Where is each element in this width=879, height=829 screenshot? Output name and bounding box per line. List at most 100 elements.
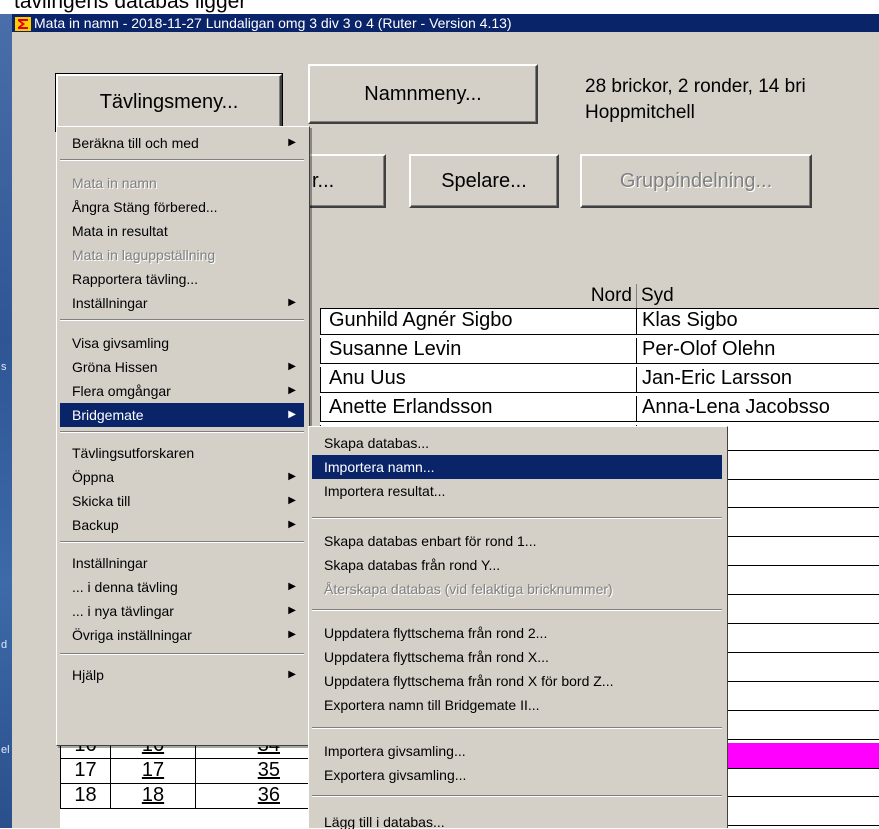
menu-separator (312, 517, 722, 519)
menu-item-denna-tavling[interactable]: ... i denna tävling ▶ (60, 575, 304, 599)
syd-player-cell[interactable]: Klas Sigbo (636, 309, 879, 334)
menu-item-nya-tavlingar[interactable]: ... i nya tävlingar ▶ (60, 599, 304, 623)
nord-player-cell[interactable]: Gunhild Agnér Sigbo (320, 309, 636, 334)
menu-item-label: Mata in laguppställning (72, 247, 216, 263)
submenu-arrow-icon: ▶ (288, 605, 296, 616)
menu-item-backup[interactable]: Backup ▶ (60, 513, 304, 537)
menu-item-angra[interactable]: Ångra Stäng förbered... (60, 195, 304, 219)
table-cell[interactable]: 17 (110, 759, 195, 783)
menu-item-oppna[interactable]: Öppna ▶ (60, 465, 304, 489)
menu-item-importera-namn[interactable]: Importera namn... (312, 455, 722, 479)
nord-player-cell[interactable]: Anette Erlandsson (320, 395, 636, 421)
menu-item-label: Rapportera tävling... (72, 271, 199, 287)
partial-button[interactable]: r... (308, 154, 386, 208)
menu-item-ovriga-installningar[interactable]: Övriga inställningar ▶ (60, 623, 304, 647)
menu-item-label: Återskapa databas (vid felaktiga bricknu… (324, 581, 613, 597)
menu-item-label: Lägg till i databas... (324, 814, 445, 829)
desktop-strip: s d el (0, 14, 12, 828)
table-row: 17 17 35 (60, 759, 320, 784)
sigma-app-icon (15, 17, 31, 31)
gruppindelning-button: Gruppindelning... (580, 154, 812, 208)
menu-item-label: Skicka till (72, 493, 131, 509)
menu-item-bridgemate[interactable]: Bridgemate ▶ (60, 403, 304, 427)
nord-player-cell[interactable]: Anu Uus (320, 366, 636, 392)
menu-item-skapa-rond1[interactable]: Skapa databas enbart för rond 1... (312, 529, 722, 553)
menu-item-exportera-namn[interactable]: Exportera namn till Bridgemate II... (312, 693, 722, 717)
menu-item-installningar-heading[interactable]: Inställningar (60, 551, 304, 575)
menu-item-label: Öppna (72, 469, 115, 485)
syd-player-cell[interactable]: Jan-Eric Larsson (636, 366, 879, 392)
menu-item-label: Importera givsamling... (324, 743, 466, 759)
menu-item-exportera-givsamling[interactable]: Exportera givsamling... (312, 763, 722, 787)
menu-item-label: Uppdatera flyttschema från rond X för bo… (324, 673, 614, 689)
menu-separator (312, 795, 722, 797)
table-cell[interactable]: 36 (195, 784, 320, 808)
table-cell[interactable]: 18 (110, 784, 195, 808)
submenu-arrow-icon: ▶ (288, 385, 296, 396)
caption-text: tävlingens databas ligger (14, 0, 247, 13)
menu-item-label: Backup (72, 517, 119, 533)
menu-item-label: Visa givsamling (72, 335, 170, 351)
menu-item-importera-givsamling[interactable]: Importera givsamling... (312, 739, 722, 763)
syd-player-cell[interactable]: Anna-Lena Jacobsso (636, 395, 879, 421)
caption-strip: tävlingens databas ligger (0, 0, 879, 14)
tavlingsmeny-button[interactable]: Tävlingsmeny... (55, 73, 283, 132)
header-nord: Nord (590, 285, 632, 306)
table-cell[interactable]: 35 (195, 759, 320, 783)
menu-item-label: Bridgemate (72, 407, 144, 423)
menu-item-label: Flera omgångar (72, 383, 171, 399)
table-row: Susanne Levin Per-Olof Olehn (320, 337, 879, 364)
desktop-label: el (1, 744, 10, 756)
menu-item-label: Exportera namn till Bridgemate II... (324, 697, 540, 713)
nord-player-cell[interactable]: Susanne Levin (320, 337, 636, 363)
menu-item-label: Skapa databas... (324, 435, 430, 451)
menu-item-uppdatera-rondX-bordZ[interactable]: Uppdatera flyttschema från rond X för bo… (312, 669, 722, 693)
submenu-arrow-icon: ▶ (288, 137, 296, 148)
menu-item-lagg-till[interactable]: Lägg till i databas... (312, 807, 722, 829)
competition-info: 28 brickor, 2 ronder, 14 bri (585, 76, 806, 97)
submenu-arrow-icon: ▶ (288, 471, 296, 482)
table-row: Gunhild Agnér Sigbo Klas Sigbo (320, 308, 879, 335)
menu-item-importera-resultat[interactable]: Importera resultat... (312, 479, 722, 503)
menu-item-hjalp[interactable]: Hjälp ▶ (60, 663, 304, 687)
menu-item-visa-givsamling[interactable]: Visa givsamling (60, 331, 304, 355)
menu-item-label: Importera namn... (324, 459, 435, 475)
table-row: 18 18 36 (60, 784, 320, 809)
menu-item-skapa-databas[interactable]: Skapa databas... (312, 431, 722, 455)
desktop-label: d (1, 639, 8, 651)
title-bar[interactable]: Mata in namn - 2018-11-27 Lundaligan omg… (12, 14, 879, 32)
menu-item-tavlingsutforskaren[interactable]: Tävlingsutforskaren (60, 441, 304, 465)
movement-type: Hoppmitchell (585, 102, 695, 123)
menu-item-grona-hissen[interactable]: Gröna Hissen ▶ (60, 355, 304, 379)
namnmeny-button[interactable]: Namnmeny... (308, 64, 538, 124)
menu-separator (312, 727, 722, 729)
table-cell[interactable]: 18 (60, 784, 110, 808)
menu-item-aterskapa: Återskapa databas (vid felaktiga bricknu… (312, 577, 722, 601)
menu-item-mata-lag: Mata in laguppställning (60, 243, 304, 267)
menu-item-uppdatera-rondX[interactable]: Uppdatera flyttschema från rond X... (312, 645, 722, 669)
menu-item-skicka-till[interactable]: Skicka till ▶ (60, 489, 304, 513)
menu-item-rapportera[interactable]: Rapportera tävling... (60, 267, 304, 291)
menu-item-uppdatera-rond2[interactable]: Uppdatera flyttschema från rond 2... (312, 621, 722, 645)
menu-item-label: Inställningar (72, 555, 148, 571)
bridgemate-submenu: Skapa databas... Importera namn... Impor… (308, 426, 728, 829)
menu-item-mata-resultat[interactable]: Mata in resultat (60, 219, 304, 243)
menu-item-label: Uppdatera flyttschema från rond 2... (324, 625, 548, 641)
menu-item-installningar[interactable]: Inställningar ▶ (60, 291, 304, 315)
spelare-button[interactable]: Spelare... (409, 154, 559, 208)
menu-item-mata-namn: Mata in namn (60, 171, 304, 195)
menu-item-berakna[interactable]: Beräkna till och med ▶ (60, 131, 304, 155)
menu-item-flera-omgangar[interactable]: Flera omgångar ▶ (60, 379, 304, 403)
desktop-label: s (1, 361, 7, 373)
menu-item-label: Mata in resultat (72, 223, 168, 239)
submenu-arrow-icon: ▶ (288, 581, 296, 592)
menu-item-label: Importera resultat... (324, 483, 446, 499)
submenu-arrow-icon: ▶ (288, 297, 296, 308)
table-row: Anette Erlandsson Anna-Lena Jacobsso (320, 395, 879, 422)
table-cell[interactable]: 17 (60, 759, 110, 783)
menu-item-label: Gröna Hissen (72, 359, 158, 375)
menu-separator (312, 609, 722, 611)
menu-item-skapa-rondY[interactable]: Skapa databas från rond Y... (312, 553, 722, 577)
syd-player-cell[interactable]: Per-Olof Olehn (636, 337, 879, 363)
menu-separator (60, 159, 304, 161)
